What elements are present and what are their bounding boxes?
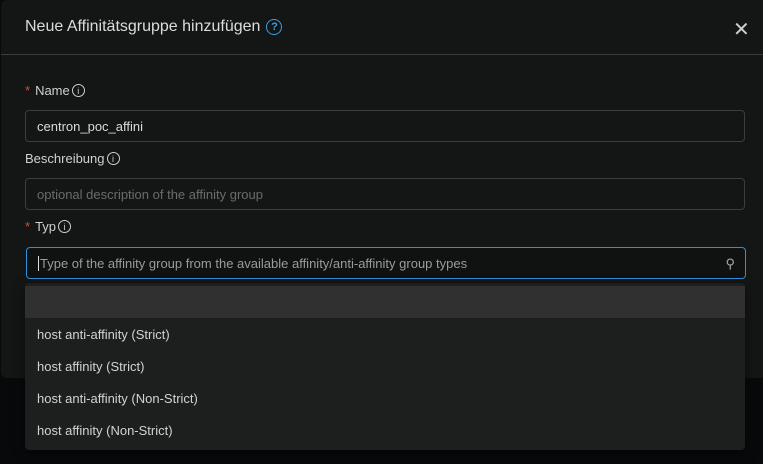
info-icon[interactable]: i (106, 152, 120, 165)
name-label: * Name i (25, 83, 85, 98)
name-input[interactable]: centron_poc_affini (25, 110, 745, 142)
type-select[interactable]: Type of the affinity group from the avai… (26, 247, 746, 279)
help-icon[interactable]: ? (266, 19, 283, 35)
dropdown-option[interactable]: host anti-affinity (Strict) (25, 318, 745, 350)
description-label: Beschreibung i (25, 151, 120, 166)
type-dropdown: host anti-affinity (Strict) host affinit… (25, 283, 745, 450)
type-label: * Typ i (25, 219, 72, 234)
dialog-header: Neue Affinitätsgruppe hinzufügen ? (1, 0, 763, 55)
info-icon[interactable]: i (58, 220, 72, 233)
close-button[interactable]: ✕ (733, 17, 750, 42)
dialog-title: Neue Affinitätsgruppe hinzufügen (25, 18, 261, 35)
dropdown-option[interactable]: host affinity (Non-Strict) (25, 414, 745, 446)
dropdown-option[interactable]: host anti-affinity (Non-Strict) (25, 382, 745, 414)
dropdown-option-empty[interactable] (25, 286, 745, 318)
description-input[interactable]: optional description of the affinity gro… (25, 178, 745, 210)
dropdown-option[interactable]: host affinity (Strict) (25, 350, 745, 382)
info-icon[interactable]: i (71, 84, 85, 97)
search-icon: ⚲ (725, 256, 735, 271)
